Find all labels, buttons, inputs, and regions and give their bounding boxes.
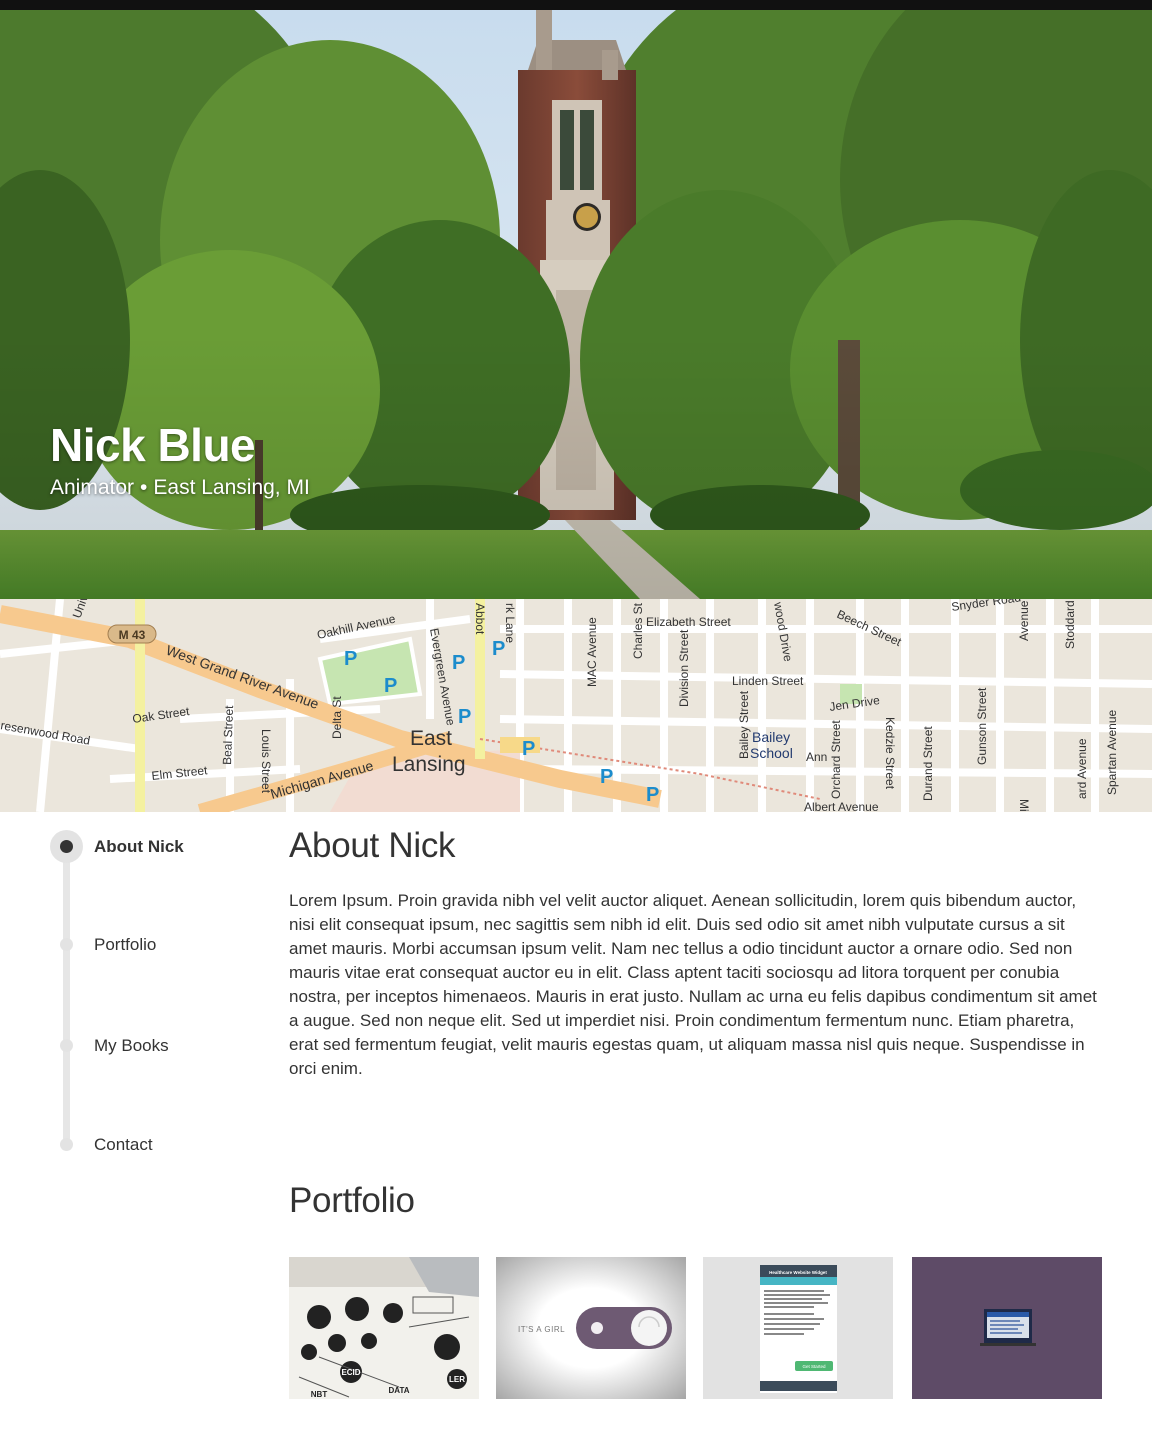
map-street-label: Orchard Street	[829, 720, 843, 799]
subtitle-separator: •	[140, 476, 148, 499]
nav-item-label: About Nick	[94, 837, 184, 856]
nav-item-label: Contact	[94, 1135, 153, 1154]
profile-subtitle: Animator • East Lansing, MI	[50, 476, 310, 500]
profile-location: East Lansing, MI	[153, 476, 310, 499]
profile-role: Animator	[50, 476, 135, 499]
map-street-label: ard Avenue	[1075, 738, 1089, 799]
map-street-label: Spartan Avenue	[1105, 709, 1119, 795]
sketch-label: DATA	[388, 1386, 409, 1395]
parking-icon: P	[600, 766, 613, 788]
portfolio-title: Portfolio	[289, 1181, 415, 1220]
hero-banner: Nick Blue Animator • East Lansing, MI	[0, 10, 1152, 599]
nav-item-portfolio[interactable]: Portfolio	[50, 928, 270, 962]
map-street-label: Elizabeth Street	[646, 615, 731, 629]
map-street-label: Beal Street	[220, 705, 236, 765]
sketch-label: NBT	[311, 1390, 328, 1399]
map-street-label: Kedzie Street	[883, 717, 897, 790]
map-street-label: Delta St	[330, 696, 344, 739]
route-badge: M 43	[119, 628, 146, 642]
parking-icon: P	[344, 648, 357, 670]
girl-icon	[591, 1322, 603, 1334]
parking-icon: P	[458, 706, 471, 728]
location-map[interactable]: M 43 P P P P P P P P University Oakhill …	[0, 599, 1152, 812]
widget-title: Healthcare Website Widget	[769, 1270, 827, 1275]
portfolio-thumb-sketch[interactable]: ECID DATA NBT LER	[289, 1257, 479, 1399]
nav-item-label: Portfolio	[94, 935, 157, 954]
map-canvas[interactable]: M 43 P P P P P P P P University Oakhill …	[0, 599, 1152, 812]
map-street-label: Milford	[1017, 799, 1031, 812]
nav-item-about-nick[interactable]: About Nick	[50, 830, 270, 864]
section-nav: About Nick Portfolio My Books Contact	[50, 830, 270, 1160]
widget-start-button: Get Started	[802, 1364, 826, 1369]
parking-icon: P	[646, 784, 659, 806]
nav-dot-icon	[60, 1138, 73, 1151]
map-street-label: Durand Street	[921, 726, 935, 801]
portfolio-thumb-toggle[interactable]: IT'S A GIRL	[496, 1257, 686, 1399]
map-street-label: Bailey Street	[737, 690, 751, 759]
nav-active-dot-icon	[50, 830, 83, 863]
map-street-label: Charles St	[631, 602, 645, 659]
map-street-label: Avenue	[1017, 600, 1031, 641]
about-title: About Nick	[289, 826, 456, 865]
nav-item-my-books[interactable]: My Books	[50, 1029, 270, 1063]
portfolio-thumb-widget[interactable]: Healthcare Website Widget Get Started	[703, 1257, 893, 1399]
portfolio-grid: ECID DATA NBT LER IT'S A GIRL Healthcare…	[289, 1257, 1102, 1399]
nav-dot-icon	[60, 1039, 73, 1052]
map-street-label: Louis Street	[259, 729, 273, 794]
map-street-label: Division Street	[677, 629, 691, 707]
nav-timeline-track	[63, 844, 70, 1148]
nav-item-contact[interactable]: Contact	[50, 1128, 270, 1162]
map-place-label: Lansing	[392, 753, 466, 776]
hero-photo	[0, 10, 1152, 599]
map-school-label: School	[750, 745, 793, 761]
toggle-caption: IT'S A GIRL	[518, 1325, 565, 1334]
map-street-label: Stoddard	[1063, 600, 1077, 649]
map-school-label: Bailey	[752, 729, 790, 745]
map-street-label: MAC Avenue	[585, 617, 599, 687]
portfolio-thumb-screen[interactable]	[912, 1257, 1102, 1399]
parking-icon: P	[522, 738, 535, 760]
map-street-label: Abbot	[473, 603, 487, 635]
top-bar	[0, 0, 1152, 10]
nav-item-label: My Books	[94, 1036, 169, 1055]
map-street-label: Ann	[806, 750, 827, 764]
sketch-label: LER	[449, 1375, 465, 1384]
about-body-text: Lorem Ipsum. Proin gravida nibh vel veli…	[289, 891, 1097, 1078]
nav-dot-icon	[60, 938, 73, 951]
parking-icon: P	[452, 652, 465, 674]
map-street-label: Linden Street	[732, 674, 804, 688]
map-street-label: rk Lane	[503, 603, 517, 643]
profile-name: Nick Blue	[50, 419, 256, 471]
map-street-label: Gunson Street	[975, 687, 989, 765]
sketch-label: ECID	[341, 1368, 360, 1377]
map-street-label: Albert Avenue	[804, 800, 879, 812]
map-place-label: East	[410, 727, 452, 750]
parking-icon: P	[384, 675, 397, 697]
